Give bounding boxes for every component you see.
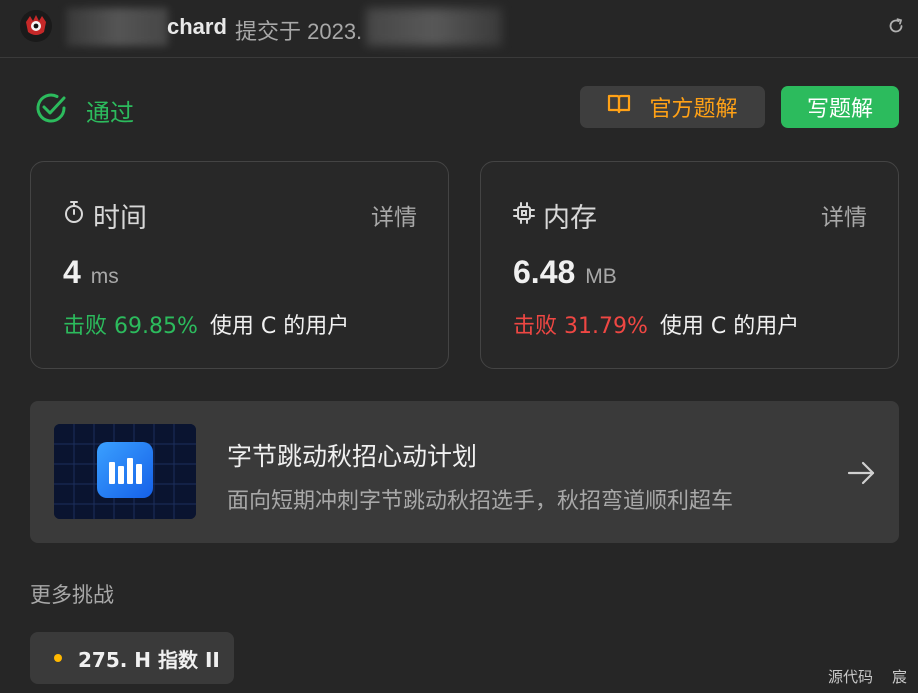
more-challenges-heading: 更多挑战 — [30, 583, 114, 607]
difficulty-dot — [54, 654, 62, 662]
promo-title: 字节跳动秋招心动计划 — [227, 442, 478, 471]
redacted-username — [66, 8, 168, 46]
status-text: 通过 — [86, 98, 134, 127]
runtime-value: 4 ms — [63, 254, 119, 291]
official-solution-label: 官方题解 — [649, 97, 738, 122]
memory-number: 6.48 — [513, 254, 576, 290]
write-solution-button[interactable]: 写题解 — [781, 86, 899, 128]
book-icon — [607, 93, 631, 121]
memory-value: 6.48 MB — [513, 254, 617, 291]
submitted-time: 提交于 2023. — [235, 19, 363, 44]
runtime-title: 时间 — [93, 203, 147, 234]
chip-icon — [513, 200, 535, 231]
redacted-timestamp — [366, 8, 502, 46]
challenge-label: 275. H 指数 II — [78, 647, 220, 672]
runtime-number: 4 — [63, 254, 81, 290]
write-solution-label: 写题解 — [806, 97, 873, 122]
submission-header: chard 提交于 2023. — [0, 0, 918, 58]
avatar[interactable] — [20, 10, 52, 42]
footer-trailing-text: 宸 — [892, 668, 908, 686]
runtime-beat-suffix: 使用 C 的用户 — [209, 314, 350, 339]
runtime-beat-percent: 击败 69.85% — [63, 314, 198, 339]
refresh-icon[interactable] — [886, 16, 906, 36]
promo-banner[interactable]: 字节跳动秋招心动计划 面向短期冲刺字节跳动秋招选手，秋招弯道顺利超车 — [30, 401, 899, 543]
check-circle-icon — [34, 91, 68, 129]
memory-beat-percent: 击败 31.79% — [513, 314, 648, 339]
runtime-unit: ms — [90, 265, 119, 288]
challenge-item[interactable]: 275. H 指数 II — [30, 632, 234, 684]
memory-title: 内存 — [543, 203, 597, 234]
memory-beat-suffix: 使用 C 的用户 — [659, 314, 800, 339]
runtime-beats: 击败 69.85% 使用 C 的用户 — [63, 308, 349, 340]
runtime-detail-link[interactable]: 详情 — [371, 198, 417, 232]
source-code-link[interactable]: 源代码 — [828, 666, 873, 687]
stopwatch-icon — [63, 200, 85, 231]
memory-beats: 击败 31.79% 使用 C 的用户 — [513, 308, 799, 340]
memory-card: 内存 详情 6.48 MB 击败 31.79% 使用 C 的用户 — [480, 161, 899, 369]
author-name[interactable]: chard — [167, 14, 227, 40]
promo-subtitle: 面向短期冲刺字节跳动秋招选手，秋招弯道顺利超车 — [227, 489, 734, 514]
promo-thumbnail — [54, 424, 196, 519]
runtime-card: 时间 详情 4 ms 击败 69.85% 使用 C 的用户 — [30, 161, 449, 369]
memory-detail-link[interactable]: 详情 — [821, 198, 867, 232]
official-solution-button[interactable]: 官方题解 — [580, 86, 765, 128]
runtime-heading: 时间 — [63, 196, 147, 235]
submission-status: 通过 — [34, 91, 134, 129]
memory-heading: 内存 — [513, 196, 597, 235]
memory-unit: MB — [585, 265, 617, 288]
arrow-right-icon — [846, 458, 876, 488]
